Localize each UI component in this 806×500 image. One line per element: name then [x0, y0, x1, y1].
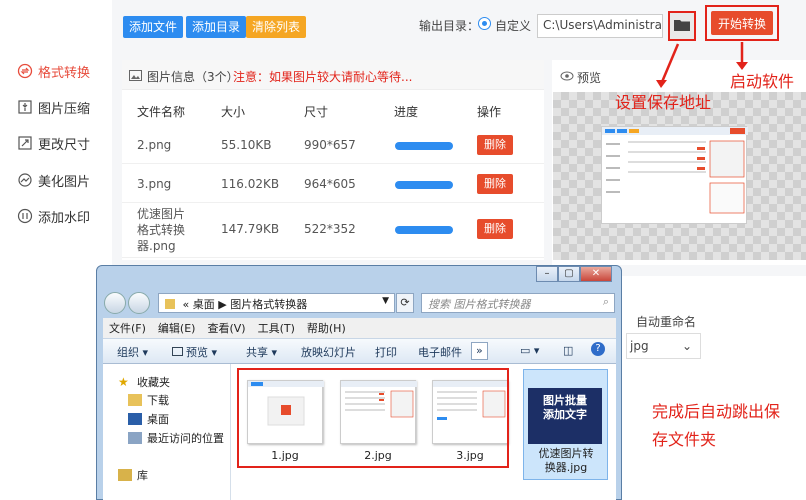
nav-recent[interactable]: 最近访问的位置 — [128, 430, 224, 446]
rename-value: jpg — [630, 339, 649, 353]
highlight-box — [237, 368, 509, 468]
back-button[interactable] — [104, 292, 126, 314]
breadcrumb-separator: ▶ — [218, 298, 227, 311]
cmd-slideshow[interactable]: 放映幻灯片 — [301, 344, 356, 360]
menu-help[interactable]: 帮助(H) — [307, 320, 346, 336]
nav-label: 收藏夹 — [137, 376, 170, 389]
download-folder-icon — [128, 394, 142, 406]
file-name: 优速图片转 换器.jpg — [526, 447, 606, 475]
maximize-icon[interactable]: ▢ — [558, 266, 580, 282]
file-name-line: 优速图片转 — [538, 447, 594, 460]
nav-favorites[interactable]: ★ 收藏夹 — [118, 374, 170, 390]
cmd-share[interactable]: 共享 ▾ — [246, 344, 277, 360]
search-input[interactable]: 搜索 图片格式转换器 ⌕ — [421, 293, 615, 313]
forward-button[interactable] — [128, 292, 150, 314]
cmd-more[interactable]: » — [471, 342, 488, 360]
recent-places-icon — [128, 432, 142, 444]
folder-icon — [165, 299, 175, 309]
help-icon[interactable]: ? — [591, 342, 605, 356]
nav-downloads[interactable]: 下载 — [128, 392, 169, 408]
nav-library[interactable]: 库 — [118, 467, 148, 483]
search-icon: ⌕ — [602, 295, 609, 308]
cmd-print[interactable]: 打印 — [375, 344, 397, 360]
menu-edit[interactable]: 编辑(E) — [158, 320, 196, 336]
nav-label: 库 — [137, 469, 148, 482]
nav-label: 最近访问的位置 — [147, 432, 224, 445]
annotation-save-path: 设置保存地址 — [615, 93, 712, 112]
menu-tools[interactable]: 工具(T) — [258, 320, 295, 336]
library-icon — [118, 469, 132, 481]
file-thumbnail: 图片批量 添加文字 — [528, 388, 602, 444]
annotation-start: 启动软件 — [730, 72, 795, 91]
thumb-text: 图片批量 — [543, 394, 587, 407]
refresh-icon: ⟳ — [400, 296, 410, 309]
breadcrumb-desktop[interactable]: 桌面 — [193, 298, 215, 311]
menu-view[interactable]: 查看(V) — [207, 320, 245, 336]
desktop-icon — [128, 413, 142, 425]
preview-icon — [172, 347, 183, 356]
minimize-icon[interactable]: – — [536, 266, 558, 282]
breadcrumb-chevron: « — [182, 298, 190, 311]
menu-file[interactable]: 文件(F) — [109, 320, 146, 336]
star-icon: ★ — [118, 375, 129, 389]
rename-label: 自动重命名 — [636, 315, 697, 329]
close-icon[interactable]: ✕ — [580, 266, 612, 282]
cmd-organize[interactable]: 组织 ▾ — [117, 344, 148, 360]
annotation-auto-open: 完成后自动跳出保 存文件夹 — [652, 398, 780, 450]
cmd-preview[interactable]: 预览 ▾ — [172, 344, 217, 360]
breadcrumb-folder[interactable]: 图片格式转换器 — [230, 298, 307, 311]
refresh-button[interactable]: ⟳ — [396, 293, 414, 313]
pane-icon[interactable]: ◫ — [563, 344, 573, 357]
nav-label: 下载 — [147, 394, 169, 407]
view-options-icon[interactable]: ▭ ▾ — [520, 344, 539, 357]
chevron-down-icon: ⌄ — [681, 339, 692, 353]
menu-bar: 文件(F) 编辑(E) 查看(V) 工具(T) 帮助(H) — [103, 318, 616, 338]
chevron-down-icon[interactable]: ▼ — [382, 296, 389, 306]
window-controls: – ▢ ✕ — [536, 266, 612, 282]
thumb-text: 添加文字 — [543, 408, 587, 421]
file-name-line: 换器.jpg — [544, 461, 588, 474]
rename-select[interactable]: jpg ⌄ — [626, 333, 701, 359]
cmd-email[interactable]: 电子邮件 — [418, 344, 462, 360]
search-placeholder: 搜索 图片格式转换器 — [428, 298, 531, 311]
nav-label: 桌面 — [147, 413, 169, 426]
address-bar[interactable]: « 桌面 ▶ 图片格式转换器 ▼ — [158, 293, 395, 313]
nav-desktop[interactable]: 桌面 — [128, 411, 169, 427]
annotation-line: 完成后自动跳出保 — [652, 402, 781, 421]
annotation-line: 存文件夹 — [652, 430, 717, 449]
cmd-preview-label: 预览 ▾ — [186, 346, 218, 359]
